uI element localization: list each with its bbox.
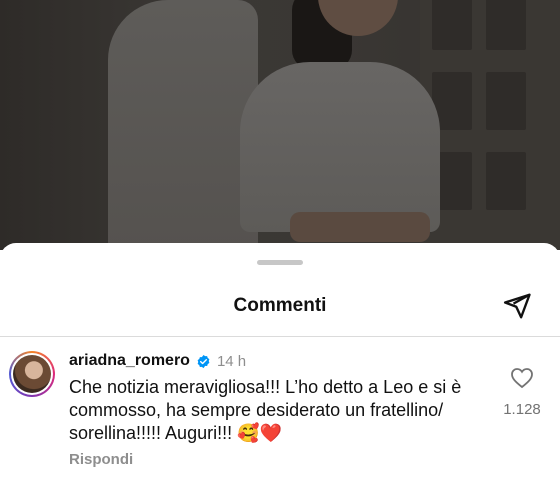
like-button[interactable] — [510, 367, 534, 389]
comment-emojis: 🥰❤️ — [237, 423, 282, 444]
sheet-divider — [0, 336, 560, 337]
comment-header: ariadna_romero 14 h — [69, 351, 246, 371]
person-left-shirt — [108, 0, 258, 250]
avatar-image — [13, 355, 51, 393]
like-count: 1.128 — [503, 401, 541, 418]
comment-username[interactable]: ariadna_romero — [69, 352, 190, 370]
share-button[interactable] — [502, 291, 532, 321]
door-pane — [486, 72, 526, 130]
comment-timestamp: 14 h — [216, 352, 247, 370]
post-photo-background — [0, 0, 560, 250]
person-midriff — [290, 212, 430, 242]
reply-button[interactable]: Rispondi — [69, 451, 133, 468]
sheet-title: Commenti — [233, 295, 327, 316]
comments-sheet: Commenti ariadna_romero 14 h Che notizia… — [0, 243, 560, 477]
avatar[interactable] — [9, 351, 55, 397]
person-right-shirt — [240, 62, 440, 232]
verified-badge-icon — [197, 354, 210, 368]
comment-body: Che notizia meravigliosa!!! L’ho detto a… — [69, 376, 489, 445]
door-pane — [486, 0, 526, 50]
heart-outline-icon — [511, 368, 533, 389]
paper-plane-icon — [503, 293, 531, 319]
sheet-grabber-handle[interactable] — [257, 260, 303, 265]
door-pane — [432, 0, 472, 50]
door-pane — [486, 152, 526, 210]
screen: Commenti ariadna_romero 14 h Che notizia… — [0, 0, 560, 477]
